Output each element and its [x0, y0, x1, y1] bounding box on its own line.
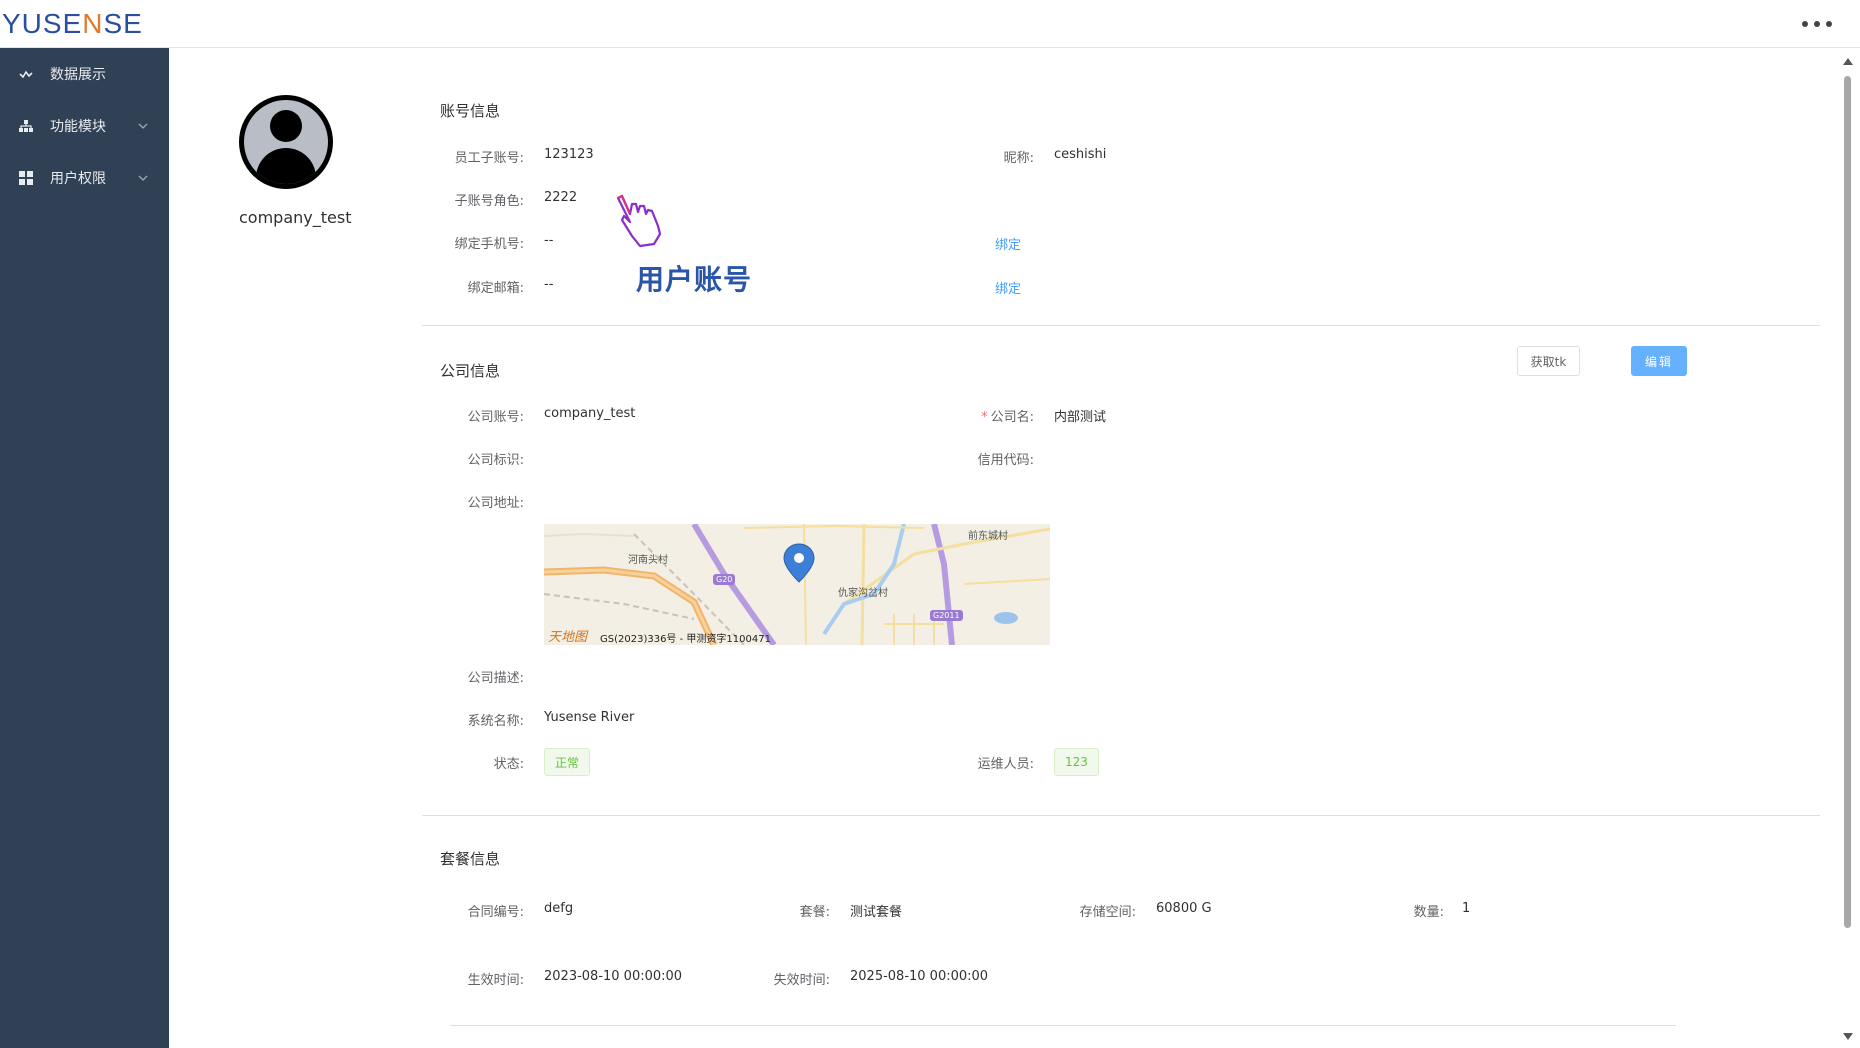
- sidebar-item-label: 功能模块: [50, 119, 106, 135]
- system-name-value: Yusense River: [544, 710, 635, 725]
- sub-account-role-label: 子账号角色:: [454, 194, 524, 209]
- credit-code-label: 信用代码:: [977, 453, 1034, 468]
- map-road-shield: G20: [713, 574, 736, 585]
- company-description-label: 公司描述:: [467, 671, 524, 686]
- nickname-value: ceshishi: [1054, 147, 1107, 162]
- sub-account-role-value: 2222: [544, 190, 578, 205]
- ops-staff-label: 运维人员:: [977, 757, 1034, 772]
- system-name-label: 系统名称:: [467, 714, 524, 729]
- company-address-map[interactable]: 河南头村 前东城村 仇家沟岔村 G20 G2011 天地图 GS(2023)33…: [544, 524, 1050, 645]
- dot-icon: [1814, 21, 1820, 27]
- get-tk-button[interactable]: 获取tk: [1517, 346, 1580, 376]
- plan-label: 套餐:: [799, 905, 830, 920]
- section-divider: [450, 1025, 1676, 1026]
- scroll-thumb[interactable]: [1844, 76, 1851, 928]
- required-asterisk: *: [981, 410, 988, 425]
- start-time-value: 2023-08-10 00:00:00: [544, 969, 683, 984]
- sitemap-icon: [18, 118, 34, 134]
- yusense-logo[interactable]: YUSENSE: [2, 8, 143, 40]
- employee-account-label: 员工子账号:: [454, 151, 524, 166]
- company-account-value: company_test: [544, 406, 636, 421]
- sidebar-item-user-permissions[interactable]: 用户权限: [0, 152, 169, 204]
- section-title-account: 账号信息: [440, 102, 501, 120]
- sidebar-item-label: 用户权限: [50, 171, 106, 187]
- scroll-down-icon[interactable]: [1843, 1033, 1853, 1040]
- map-roads: [544, 524, 1050, 645]
- storage-label: 存储空间:: [1079, 905, 1136, 920]
- company-name-label: * 公司名:: [981, 410, 1034, 425]
- map-brand-logo: 天地图: [548, 630, 588, 645]
- map-place-label: 前东城村: [968, 531, 1008, 542]
- company-address-label: 公司地址:: [467, 496, 524, 511]
- section-title-package: 套餐信息: [440, 850, 501, 868]
- employee-account-value: 123123: [544, 147, 594, 162]
- status-label: 状态:: [493, 757, 524, 772]
- chart-wave-icon: [18, 66, 34, 82]
- dot-icon: [1826, 21, 1832, 27]
- contract-number-value: defg: [544, 901, 574, 916]
- bound-email-value: --: [544, 277, 554, 292]
- bound-phone-value: --: [544, 233, 554, 248]
- page-scrollbar[interactable]: [1842, 56, 1854, 1042]
- end-time-label: 失效时间:: [773, 973, 830, 988]
- quantity-value: 1: [1462, 901, 1471, 916]
- bound-email-label: 绑定邮箱:: [467, 281, 524, 296]
- pointing-hand-cursor-icon: [616, 194, 662, 248]
- bind-phone-link[interactable]: 绑定: [995, 234, 1021, 253]
- map-place-label: 河南头村: [628, 555, 668, 566]
- company-name-value: 内部测试: [1054, 410, 1107, 425]
- map-credit: GS(2023)336号 - 甲测资字1100471: [600, 634, 771, 645]
- status-badge: 正常: [544, 748, 591, 776]
- quantity-label: 数量:: [1413, 905, 1444, 920]
- nickname-label: 昵称:: [1003, 151, 1034, 166]
- company-id-label: 公司标识:: [467, 453, 524, 468]
- edit-button[interactable]: 编辑: [1631, 346, 1687, 376]
- start-time-label: 生效时间:: [467, 973, 524, 988]
- sidebar-item-data-display[interactable]: 数据展示: [0, 48, 169, 100]
- top-bar: YUSENSE: [0, 0, 1860, 48]
- sidebar-item-label: 数据展示: [50, 67, 106, 83]
- sidebar: 数据展示 功能模块 用户权限: [0, 48, 169, 1048]
- section-title-company: 公司信息: [440, 362, 501, 380]
- chevron-down-icon: [138, 121, 148, 132]
- avatar-user-icon: [244, 100, 328, 184]
- map-road-shield: G2011: [930, 610, 963, 621]
- scroll-up-icon[interactable]: [1843, 58, 1853, 65]
- more-options-button[interactable]: [1802, 14, 1832, 34]
- section-divider: [422, 815, 1820, 816]
- storage-value: 60800 G: [1156, 901, 1212, 916]
- bound-phone-label: 绑定手机号:: [454, 237, 524, 252]
- plan-value: 测试套餐: [850, 905, 903, 920]
- section-divider: [422, 325, 1820, 326]
- grid-icon: [18, 170, 34, 186]
- user-account-annotation: 用户账号: [636, 263, 753, 296]
- company-account-label: 公司账号:: [467, 410, 524, 425]
- ops-staff-badge: 123: [1054, 748, 1099, 776]
- bind-email-link[interactable]: 绑定: [995, 278, 1021, 297]
- chevron-down-icon: [138, 173, 148, 184]
- sidebar-item-function-modules[interactable]: 功能模块: [0, 100, 169, 152]
- username: company_test: [239, 208, 352, 227]
- map-place-label: 仇家沟岔村: [838, 588, 888, 599]
- end-time-value: 2025-08-10 00:00:00: [850, 969, 989, 984]
- contract-number-label: 合同编号:: [467, 905, 524, 920]
- dot-icon: [1802, 21, 1808, 27]
- avatar: [239, 95, 333, 189]
